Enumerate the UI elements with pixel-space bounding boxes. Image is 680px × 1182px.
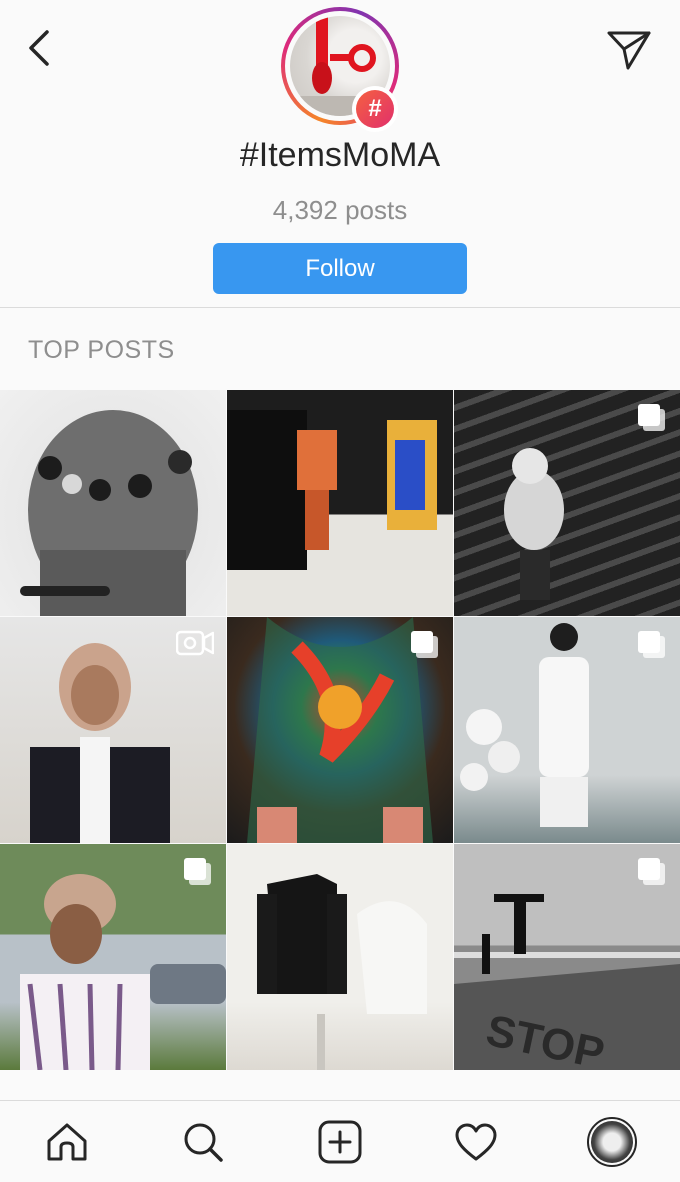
tab-profile[interactable] (567, 1101, 657, 1182)
bottom-tab-bar (0, 1100, 680, 1182)
hashtag-badge: # (352, 86, 398, 132)
post-tile[interactable] (0, 390, 226, 616)
post-grid: STOP (0, 390, 680, 1070)
post-tile[interactable]: STOP (454, 844, 680, 1070)
post-tile[interactable] (0, 844, 226, 1070)
tab-home[interactable] (22, 1101, 112, 1182)
hashtag-title: #ItemsMoMA (239, 136, 441, 174)
heart-icon (455, 1123, 497, 1161)
chevron-left-icon (29, 30, 49, 66)
post-tile[interactable] (454, 390, 680, 616)
post-count: 4,392 posts (272, 195, 408, 225)
carousel-icon (636, 402, 668, 439)
paper-plane-icon (607, 31, 651, 70)
home-icon (47, 1123, 87, 1161)
carousel-icon (182, 856, 214, 893)
post-tile[interactable] (0, 617, 226, 843)
post-image (227, 410, 453, 616)
post-image (20, 410, 198, 616)
hashtag-header: # #ItemsMoMA 4,392 posts Follow (0, 0, 680, 308)
carousel-icon (409, 629, 441, 666)
post-tile[interactable] (227, 617, 453, 843)
top-posts-heading: TOP POSTS (28, 336, 175, 364)
profile-avatar (587, 1117, 637, 1167)
post-tile[interactable] (227, 844, 453, 1070)
hashtag-badge-symbol: # (356, 90, 394, 128)
plus-square-icon (318, 1120, 362, 1164)
follow-button[interactable]: Follow (213, 243, 467, 294)
post-tile[interactable] (454, 617, 680, 843)
video-icon (175, 629, 215, 662)
tab-search[interactable] (158, 1101, 248, 1182)
post-image (257, 874, 427, 1070)
carousel-icon (636, 629, 668, 666)
tab-activity[interactable] (431, 1101, 521, 1182)
back-button[interactable] (18, 28, 58, 68)
share-button[interactable] (604, 26, 654, 74)
post-tile[interactable] (227, 390, 453, 616)
carousel-icon (636, 856, 668, 893)
search-icon (184, 1123, 223, 1162)
tab-new-post[interactable] (295, 1101, 385, 1182)
